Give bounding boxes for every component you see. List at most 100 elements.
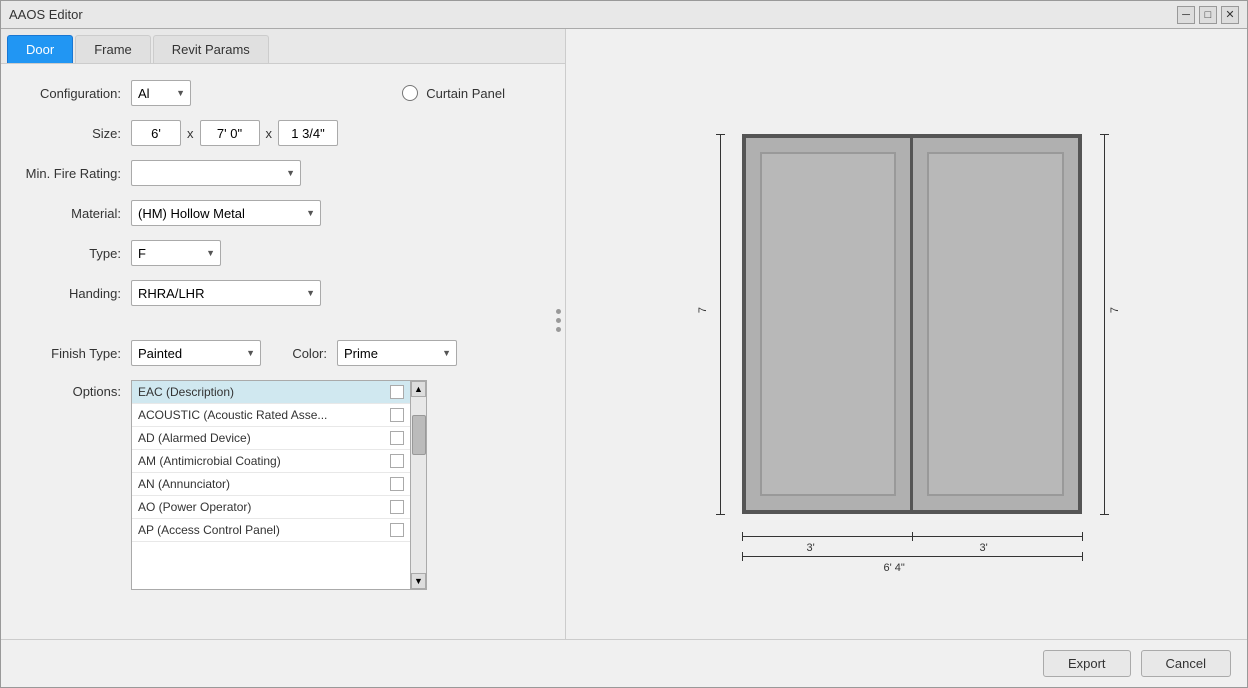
options-list-wrap: EAC (Description) ACOUSTIC (Acoustic Rat… xyxy=(131,380,545,590)
list-item[interactable]: AM (Antimicrobial Coating) xyxy=(132,450,410,473)
dim-label-height-left: 7 xyxy=(697,307,709,313)
cancel-button[interactable]: Cancel xyxy=(1141,650,1231,677)
options-section: Options: EAC (Description) ACOUSTIC (Aco… xyxy=(21,380,545,590)
option-checkbox[interactable] xyxy=(390,500,404,514)
divider-dots xyxy=(556,309,561,332)
scroll-down-button[interactable]: ▼ xyxy=(411,573,426,589)
material-label: Material: xyxy=(21,206,121,221)
size-width-input[interactable] xyxy=(131,120,181,146)
configuration-row: Configuration: Al B C Curtain Panel xyxy=(21,80,545,106)
dim-line-width-left xyxy=(742,536,912,537)
option-checkbox[interactable] xyxy=(390,454,404,468)
list-item[interactable]: EAC (Description) xyxy=(132,381,410,404)
option-label: AD (Alarmed Device) xyxy=(138,431,251,445)
option-label: AP (Access Control Panel) xyxy=(138,523,280,537)
window-controls: ─ □ ✕ xyxy=(1177,6,1239,24)
type-select[interactable]: F G H xyxy=(131,240,221,266)
option-label: ACOUSTIC (Acoustic Rated Asse... xyxy=(138,408,327,422)
maximize-button[interactable]: □ xyxy=(1199,6,1217,24)
main-content: Door Frame Revit Params Configuration: A… xyxy=(1,29,1247,639)
dim-tick-bottom-left xyxy=(716,514,725,515)
door-right-panel xyxy=(913,138,1078,510)
size-inputs: x x xyxy=(131,120,338,146)
dim-tick-left-left xyxy=(742,532,743,541)
scroll-up-button[interactable]: ▲ xyxy=(411,381,426,397)
options-list: EAC (Description) ACOUSTIC (Acoustic Rat… xyxy=(131,380,411,590)
size-sep-1: x xyxy=(187,126,194,141)
finish-type-label: Finish Type: xyxy=(21,346,121,361)
door-left-panel xyxy=(746,138,914,510)
minimize-button[interactable]: ─ xyxy=(1177,6,1195,24)
title-bar: AAOS Editor ─ □ ✕ xyxy=(1,1,1247,29)
handing-select-wrap: RHRA/LHR LHA/RHLR xyxy=(131,280,321,306)
dot-1 xyxy=(556,309,561,314)
right-panel: 7 7 3' 3' 6 xyxy=(566,29,1247,639)
list-item[interactable]: ACOUSTIC (Acoustic Rated Asse... xyxy=(132,404,410,427)
options-scrollbar[interactable]: ▲ ▼ xyxy=(411,380,427,590)
option-checkbox[interactable] xyxy=(390,408,404,422)
dim-tick-total-left xyxy=(742,552,743,561)
export-button[interactable]: Export xyxy=(1043,650,1131,677)
dim-label-height-right: 7 xyxy=(1109,307,1121,313)
configuration-label: Configuration: xyxy=(21,86,121,101)
tab-door[interactable]: Door xyxy=(7,35,73,63)
dim-tick-total-right xyxy=(1082,552,1083,561)
finish-type-select[interactable]: Painted Galvanized Primed xyxy=(131,340,261,366)
type-label: Type: xyxy=(21,246,121,261)
option-label: EAC (Description) xyxy=(138,385,234,399)
size-height-input[interactable] xyxy=(200,120,260,146)
color-select[interactable]: Prime White Black xyxy=(337,340,457,366)
material-row: Material: (HM) Hollow Metal Wood Aluminu… xyxy=(21,200,545,226)
dim-line-height-left xyxy=(720,134,721,514)
tab-frame[interactable]: Frame xyxy=(75,35,151,63)
close-button[interactable]: ✕ xyxy=(1221,6,1239,24)
size-row: Size: x x xyxy=(21,120,545,146)
configuration-select[interactable]: Al B C xyxy=(131,80,191,106)
config-left: Configuration: Al B C xyxy=(21,80,191,106)
fire-rating-select[interactable]: 20 min 45 min 60 min 90 min xyxy=(131,160,301,186)
handing-row: Handing: RHRA/LHR LHA/RHLR xyxy=(21,280,545,306)
bottom-bar: Export Cancel xyxy=(1,639,1247,687)
fire-rating-select-wrap: 20 min 45 min 60 min 90 min xyxy=(131,160,301,186)
dim-line-width-right xyxy=(912,536,1082,537)
color-select-wrap: Prime White Black xyxy=(337,340,457,366)
left-panel: Door Frame Revit Params Configuration: A… xyxy=(1,29,566,639)
option-checkbox[interactable] xyxy=(390,385,404,399)
color-label: Color: xyxy=(277,346,327,361)
option-label: AN (Annunciator) xyxy=(138,477,230,491)
list-item[interactable]: AO (Power Operator) xyxy=(132,496,410,519)
type-row: Type: F G H xyxy=(21,240,545,266)
list-item[interactable]: AN (Annunciator) xyxy=(132,473,410,496)
curtain-panel-radio[interactable] xyxy=(402,85,418,101)
finish-type-row: Finish Type: Painted Galvanized Primed C… xyxy=(21,340,545,366)
form-area: Configuration: Al B C Curtain Panel xyxy=(1,64,565,639)
dim-label-total: 6' 4" xyxy=(884,562,905,574)
size-depth-input[interactable] xyxy=(278,120,338,146)
option-label: AO (Power Operator) xyxy=(138,500,251,514)
material-select-wrap: (HM) Hollow Metal Wood Aluminum xyxy=(131,200,321,226)
material-select[interactable]: (HM) Hollow Metal Wood Aluminum xyxy=(131,200,321,226)
scroll-thumb[interactable] xyxy=(412,415,426,455)
dot-3 xyxy=(556,327,561,332)
option-checkbox[interactable] xyxy=(390,431,404,445)
dim-tick-right-right xyxy=(1082,532,1083,541)
configuration-select-wrap: Al B C xyxy=(131,80,191,106)
door-panel-inner-left xyxy=(760,152,897,496)
finish-type-select-wrap: Painted Galvanized Primed xyxy=(131,340,261,366)
dim-tick-bottom-right xyxy=(1100,514,1109,515)
config-right: Curtain Panel xyxy=(402,85,505,101)
scroll-track xyxy=(411,397,426,573)
handing-select[interactable]: RHRA/LHR LHA/RHLR xyxy=(131,280,321,306)
dot-2 xyxy=(556,318,561,323)
tab-bar: Door Frame Revit Params xyxy=(1,29,565,64)
list-item[interactable]: AD (Alarmed Device) xyxy=(132,427,410,450)
fire-rating-label: Min. Fire Rating: xyxy=(21,166,121,181)
dim-line-height-right xyxy=(1104,134,1105,514)
size-label: Size: xyxy=(21,126,121,141)
list-item[interactable]: AP (Access Control Panel) xyxy=(132,519,410,542)
tab-revit-params[interactable]: Revit Params xyxy=(153,35,269,63)
option-checkbox[interactable] xyxy=(390,477,404,491)
door-panel-inner-right xyxy=(927,152,1064,496)
option-checkbox[interactable] xyxy=(390,523,404,537)
handing-label: Handing: xyxy=(21,286,121,301)
